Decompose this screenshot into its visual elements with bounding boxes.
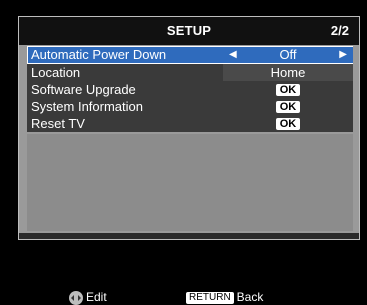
menu-item-software-upgrade[interactable]: Software Upgrade OK <box>27 81 353 98</box>
setup-menu: SETUP 2/2 Automatic Power Down ◀ Off ▶ L… <box>18 16 360 240</box>
edit-label: Edit <box>86 290 107 304</box>
menu-item-label: Automatic Power Down <box>31 47 167 62</box>
automatic-power-down-selector[interactable]: ◀ Off ▶ <box>223 47 353 63</box>
menu-item-location[interactable]: Location Home <box>27 64 353 81</box>
menu-items: Automatic Power Down ◀ Off ▶ Location Ho… <box>27 46 353 132</box>
menu-item-reset-tv[interactable]: Reset TV OK <box>27 115 353 132</box>
return-key-icon: RETURN <box>186 291 234 304</box>
menu-empty-area <box>27 134 353 231</box>
back-hint: RETURN Back <box>186 290 263 305</box>
menu-item-automatic-power-down[interactable]: Automatic Power Down ◀ Off ▶ <box>27 46 353 64</box>
right-arrow-icon[interactable]: ▶ <box>339 47 347 63</box>
menu-header: SETUP 2/2 <box>19 17 359 45</box>
ok-button[interactable]: OK <box>275 84 301 97</box>
back-label: Back <box>236 290 264 304</box>
selector-value: Off <box>279 47 297 62</box>
ok-button[interactable]: OK <box>275 101 301 114</box>
location-value: Home <box>223 64 353 81</box>
menu-item-label: Location <box>31 65 81 80</box>
menu-item-system-information[interactable]: System Information OK <box>27 98 353 115</box>
ok-cell: OK <box>223 115 353 132</box>
ok-cell: OK <box>223 98 353 115</box>
page-indicator: 2/2 <box>330 23 349 38</box>
footer-hints: Edit RETURN Back <box>0 290 367 305</box>
ok-button[interactable]: OK <box>275 118 301 131</box>
menu-bottom-bar <box>19 233 359 239</box>
ok-cell: OK <box>223 81 353 98</box>
menu-item-label: Reset TV <box>31 116 85 131</box>
tv-screen: SETUP 2/2 Automatic Power Down ◀ Off ▶ L… <box>0 0 367 305</box>
edit-hint: Edit <box>69 290 107 305</box>
menu-title: SETUP <box>166 23 212 38</box>
dpad-left-right-icon <box>69 290 83 305</box>
menu-item-label: System Information <box>31 99 143 114</box>
menu-item-label: Software Upgrade <box>31 82 136 97</box>
left-arrow-icon[interactable]: ◀ <box>229 47 237 63</box>
